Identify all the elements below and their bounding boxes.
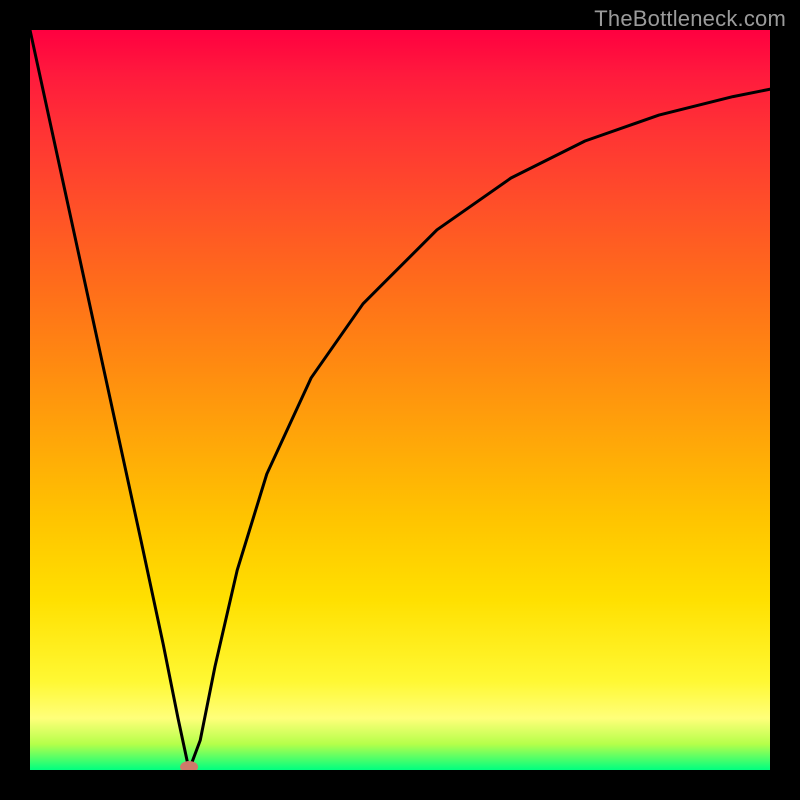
curve-svg	[30, 30, 770, 770]
chart-frame: TheBottleneck.com	[0, 0, 800, 800]
plot-area	[30, 30, 770, 770]
optimum-marker	[180, 761, 198, 770]
watermark-text: TheBottleneck.com	[594, 6, 786, 32]
bottleneck-curve	[30, 30, 770, 770]
